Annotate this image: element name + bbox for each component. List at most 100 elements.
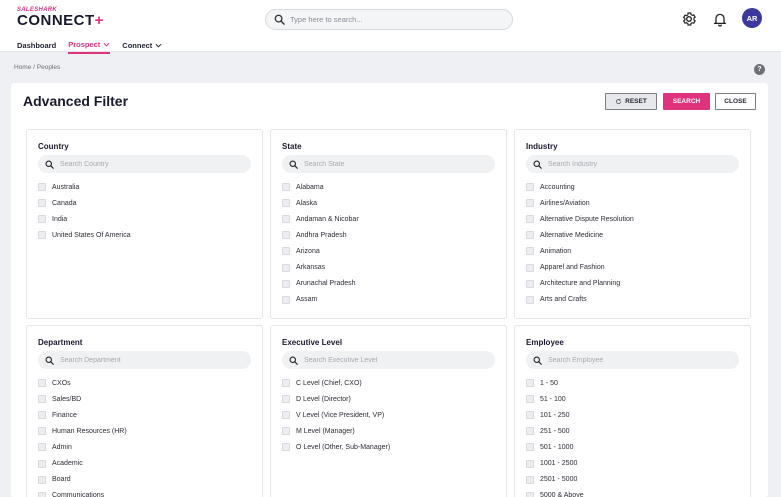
filter-option[interactable]: Animation [526, 243, 741, 259]
filter-option[interactable]: Architecture and Planning [526, 276, 741, 292]
filter-option[interactable]: Accounting [526, 179, 741, 195]
filter-option[interactable]: Andhra Pradesh [282, 227, 497, 243]
department-search[interactable] [38, 351, 251, 369]
avatar[interactable]: AR [742, 8, 762, 28]
search-input[interactable] [290, 15, 500, 24]
option-list[interactable]: Accounting Airlines/Aviation Alternative D… [526, 179, 741, 312]
filter-option[interactable]: Alabama [282, 179, 497, 195]
filter-option[interactable]: Andaman & Nicobar [282, 211, 497, 227]
filter-option[interactable]: 101 - 250 [526, 407, 741, 423]
checkbox[interactable] [282, 183, 290, 192]
filter-option[interactable]: Alternative Medicine [526, 227, 741, 243]
checkbox[interactable] [38, 395, 46, 404]
checkbox[interactable] [526, 295, 534, 304]
employee-search[interactable] [526, 351, 739, 369]
checkbox[interactable] [282, 395, 290, 404]
checkbox[interactable] [526, 427, 534, 436]
checkbox[interactable] [38, 411, 46, 420]
checkbox[interactable] [38, 215, 46, 224]
filter-option[interactable]: Arunachal Pradesh [282, 276, 497, 292]
industry-search-input[interactable] [548, 160, 733, 168]
search-button[interactable]: SEARCH [663, 93, 710, 110]
filter-option[interactable]: 251 - 500 [526, 423, 741, 439]
filter-option[interactable]: 5000 & Above [526, 488, 741, 497]
checkbox[interactable] [282, 295, 290, 304]
filter-option[interactable]: Arts and Crafts [526, 292, 741, 308]
checkbox[interactable] [38, 199, 46, 208]
checkbox[interactable] [526, 379, 534, 388]
filter-option[interactable]: India [38, 211, 253, 227]
checkbox[interactable] [38, 459, 46, 468]
close-button[interactable]: CLOSE [715, 93, 756, 110]
filter-option[interactable]: V Level (Vice President, VP) [282, 407, 497, 423]
filter-option[interactable]: Australian Capital Territory [282, 308, 497, 312]
filter-option[interactable]: Alaska [282, 195, 497, 211]
checkbox[interactable] [282, 231, 290, 240]
bell-icon[interactable] [712, 11, 728, 27]
filter-option[interactable]: 51 - 100 [526, 391, 741, 407]
checkbox[interactable] [282, 263, 290, 272]
filter-option[interactable]: C Level (Chief, CXO) [282, 375, 497, 391]
checkbox[interactable] [526, 215, 534, 224]
checkbox[interactable] [526, 279, 534, 288]
checkbox[interactable] [526, 411, 534, 420]
checkbox[interactable] [526, 459, 534, 468]
executive-level-search[interactable] [282, 351, 495, 369]
checkbox[interactable] [38, 491, 46, 497]
checkbox[interactable] [526, 475, 534, 484]
checkbox[interactable] [38, 183, 46, 192]
filter-option[interactable]: Arkansas [282, 259, 497, 275]
state-search-input[interactable] [304, 160, 489, 168]
filter-option[interactable]: D Level (Director) [282, 391, 497, 407]
checkbox[interactable] [38, 443, 46, 452]
option-list[interactable]: Alabama Alaska Andaman & Nicobar Andhra Pra… [282, 179, 497, 312]
filter-option[interactable]: Sales/BD [38, 391, 253, 407]
industry-search[interactable] [526, 155, 739, 173]
global-search[interactable] [265, 9, 513, 30]
checkbox[interactable] [38, 231, 46, 240]
checkbox[interactable] [526, 199, 534, 208]
option-list[interactable]: 1 - 50 51 - 100 101 - 250 251 - 500 501 - 10… [526, 375, 741, 497]
filter-option[interactable]: Finance [38, 407, 253, 423]
checkbox[interactable] [38, 427, 46, 436]
filter-option[interactable]: United States Of America [38, 227, 253, 243]
filter-option[interactable]: Human Resources (HR) [38, 423, 253, 439]
filter-option[interactable]: 2501 - 5000 [526, 472, 741, 488]
checkbox[interactable] [282, 427, 290, 436]
help-icon[interactable]: ? [754, 64, 765, 75]
checkbox[interactable] [526, 231, 534, 240]
filter-option[interactable]: Automotive [526, 308, 741, 312]
checkbox[interactable] [282, 199, 290, 208]
logo[interactable]: SALESHARK CONNECT+ [17, 7, 104, 29]
filter-option[interactable]: Airlines/Aviation [526, 195, 741, 211]
filter-option[interactable]: Alternative Dispute Resolution [526, 211, 741, 227]
nav-connect[interactable]: Connect [122, 40, 162, 54]
nav-prospect[interactable]: Prospect [68, 40, 111, 54]
checkbox[interactable] [282, 443, 290, 452]
filter-option[interactable]: Australia [38, 179, 253, 195]
filter-option[interactable]: 1 - 50 [526, 375, 741, 391]
checkbox[interactable] [38, 379, 46, 388]
checkbox[interactable] [282, 279, 290, 288]
filter-option[interactable]: O Level (Other, Sub-Manager) [282, 439, 497, 455]
reset-button[interactable]: RESET [605, 93, 657, 110]
option-list[interactable]: CXOs Sales/BD Finance Human Resources (HR) A… [38, 375, 253, 497]
checkbox[interactable] [526, 183, 534, 192]
department-search-input[interactable] [60, 356, 245, 364]
filter-option[interactable]: Apparel and Fashion [526, 259, 741, 275]
country-search-input[interactable] [60, 160, 245, 168]
filter-option[interactable]: Canada [38, 195, 253, 211]
checkbox[interactable] [38, 475, 46, 484]
employee-search-input[interactable] [548, 356, 733, 364]
country-search[interactable] [38, 155, 251, 173]
checkbox[interactable] [526, 247, 534, 256]
filter-option[interactable]: 1001 - 2500 [526, 455, 741, 471]
filter-option[interactable]: CXOs [38, 375, 253, 391]
checkbox[interactable] [526, 443, 534, 452]
checkbox[interactable] [526, 491, 534, 497]
filter-option[interactable]: Assam [282, 292, 497, 308]
checkbox[interactable] [526, 395, 534, 404]
gear-icon[interactable] [681, 11, 697, 27]
checkbox[interactable] [282, 379, 290, 388]
filter-option[interactable]: 501 - 1000 [526, 439, 741, 455]
